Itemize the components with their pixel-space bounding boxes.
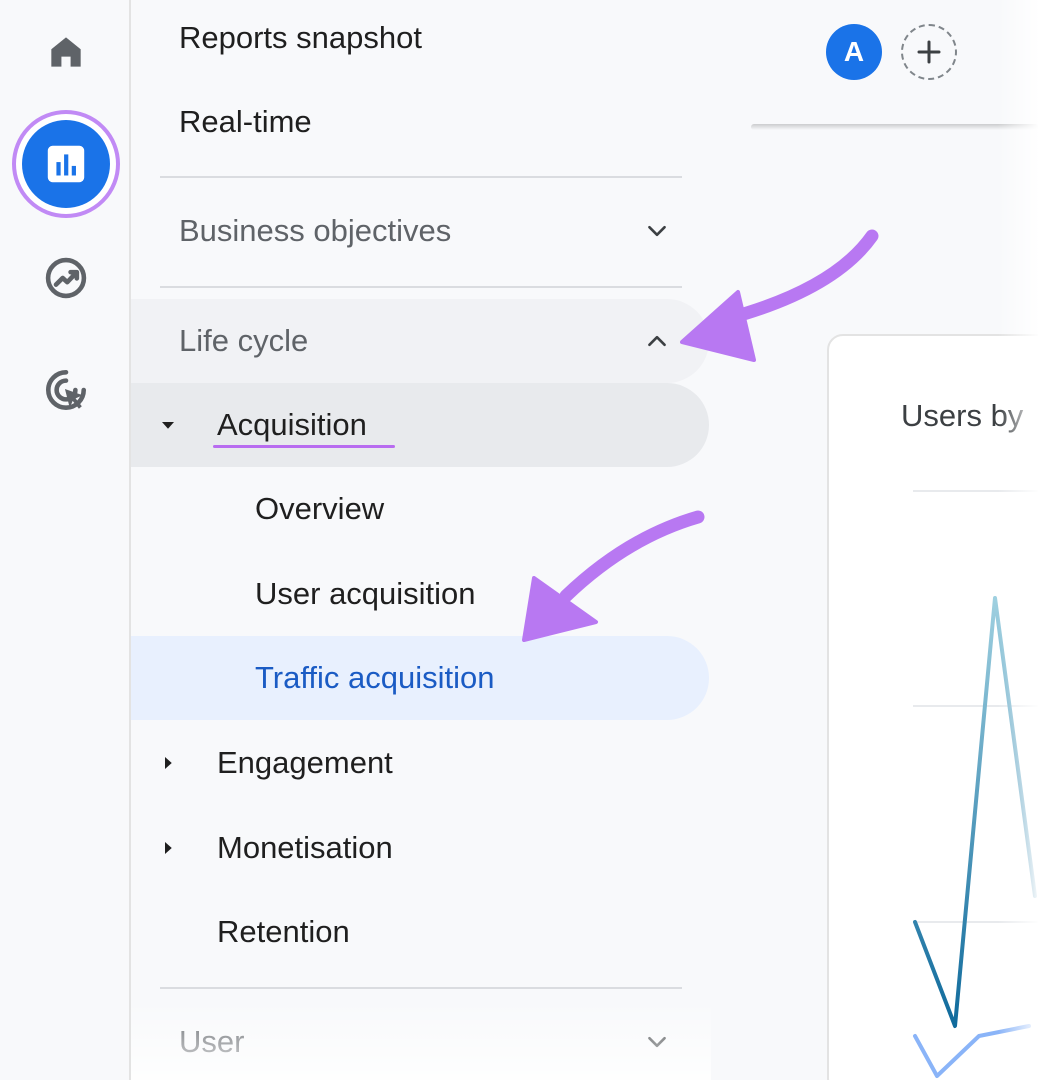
add-comparison-button[interactable] bbox=[901, 24, 957, 80]
avatar[interactable]: A bbox=[826, 24, 882, 80]
nav-divider bbox=[160, 286, 682, 288]
nav-divider bbox=[160, 987, 682, 989]
chevron-down-icon bbox=[643, 217, 671, 245]
explore-button[interactable] bbox=[40, 252, 92, 304]
nav-divider bbox=[160, 176, 682, 178]
nav-section-business-objectives[interactable]: Business objectives bbox=[131, 189, 709, 273]
advertising-icon bbox=[46, 370, 87, 410]
header-shadow bbox=[751, 124, 1038, 130]
nav-group-acquisition[interactable]: Acquisition bbox=[131, 383, 709, 467]
nav-item-user-acquisition[interactable]: User acquisition bbox=[131, 552, 709, 636]
nav-group-engagement[interactable]: Engagement bbox=[131, 721, 709, 805]
nav-item-label: User acquisition bbox=[255, 576, 476, 611]
reports-button-active bbox=[22, 120, 110, 208]
nav-section-label: Life cycle bbox=[179, 323, 309, 358]
nav-item-label: Traffic acquisition bbox=[255, 660, 495, 695]
nav-item-overview[interactable]: Overview bbox=[131, 467, 709, 551]
reports-button[interactable] bbox=[12, 110, 120, 218]
explore-icon bbox=[45, 257, 87, 299]
nav-group-monetisation[interactable]: Monetisation bbox=[131, 806, 709, 890]
caret-down-icon bbox=[159, 416, 177, 434]
nav-section-life-cycle[interactable]: Life cycle bbox=[131, 299, 709, 383]
nav-group-label: Monetisation bbox=[217, 830, 393, 865]
home-button[interactable] bbox=[42, 28, 90, 76]
nav-section-label: Business objectives bbox=[179, 213, 452, 248]
add-icon bbox=[917, 40, 941, 64]
advertising-button[interactable] bbox=[40, 364, 92, 416]
nav-item-label: Real-time bbox=[179, 104, 312, 139]
caret-right-icon bbox=[159, 839, 177, 857]
users-chart-card: Users by bbox=[827, 334, 1038, 1080]
icon-rail bbox=[0, 0, 131, 1080]
highlight-underline bbox=[213, 445, 395, 448]
chevron-up-icon bbox=[643, 327, 671, 355]
nav-item-label: Retention bbox=[217, 914, 350, 949]
nav-item-retention[interactable]: Retention bbox=[131, 890, 709, 974]
nav-item-reports-snapshot[interactable]: Reports snapshot bbox=[131, 0, 709, 80]
nav-item-label: Overview bbox=[255, 491, 385, 526]
main-content: A Users by bbox=[711, 0, 1038, 1080]
nav-section-label: User bbox=[179, 1024, 245, 1059]
reports-nav-panel: Reports snapshot Real-time Business obje… bbox=[131, 0, 711, 1080]
home-icon bbox=[51, 37, 81, 67]
nav-item-label: Reports snapshot bbox=[179, 20, 422, 55]
caret-right-icon bbox=[159, 754, 177, 772]
chart-series-line-secondary bbox=[913, 1024, 1031, 1078]
nav-section-user[interactable]: User bbox=[131, 1000, 709, 1080]
chevron-down-icon bbox=[643, 1028, 671, 1056]
nav-item-traffic-acquisition[interactable]: Traffic acquisition bbox=[131, 636, 709, 720]
nav-group-label: Engagement bbox=[217, 745, 393, 780]
chart-series-line bbox=[913, 596, 1037, 1028]
nav-item-real-time[interactable]: Real-time bbox=[131, 80, 709, 164]
avatar-letter: A bbox=[843, 36, 865, 67]
reports-icon bbox=[47, 145, 85, 183]
nav-group-label: Acquisition bbox=[217, 407, 367, 442]
chart-plot bbox=[913, 596, 1037, 1078]
